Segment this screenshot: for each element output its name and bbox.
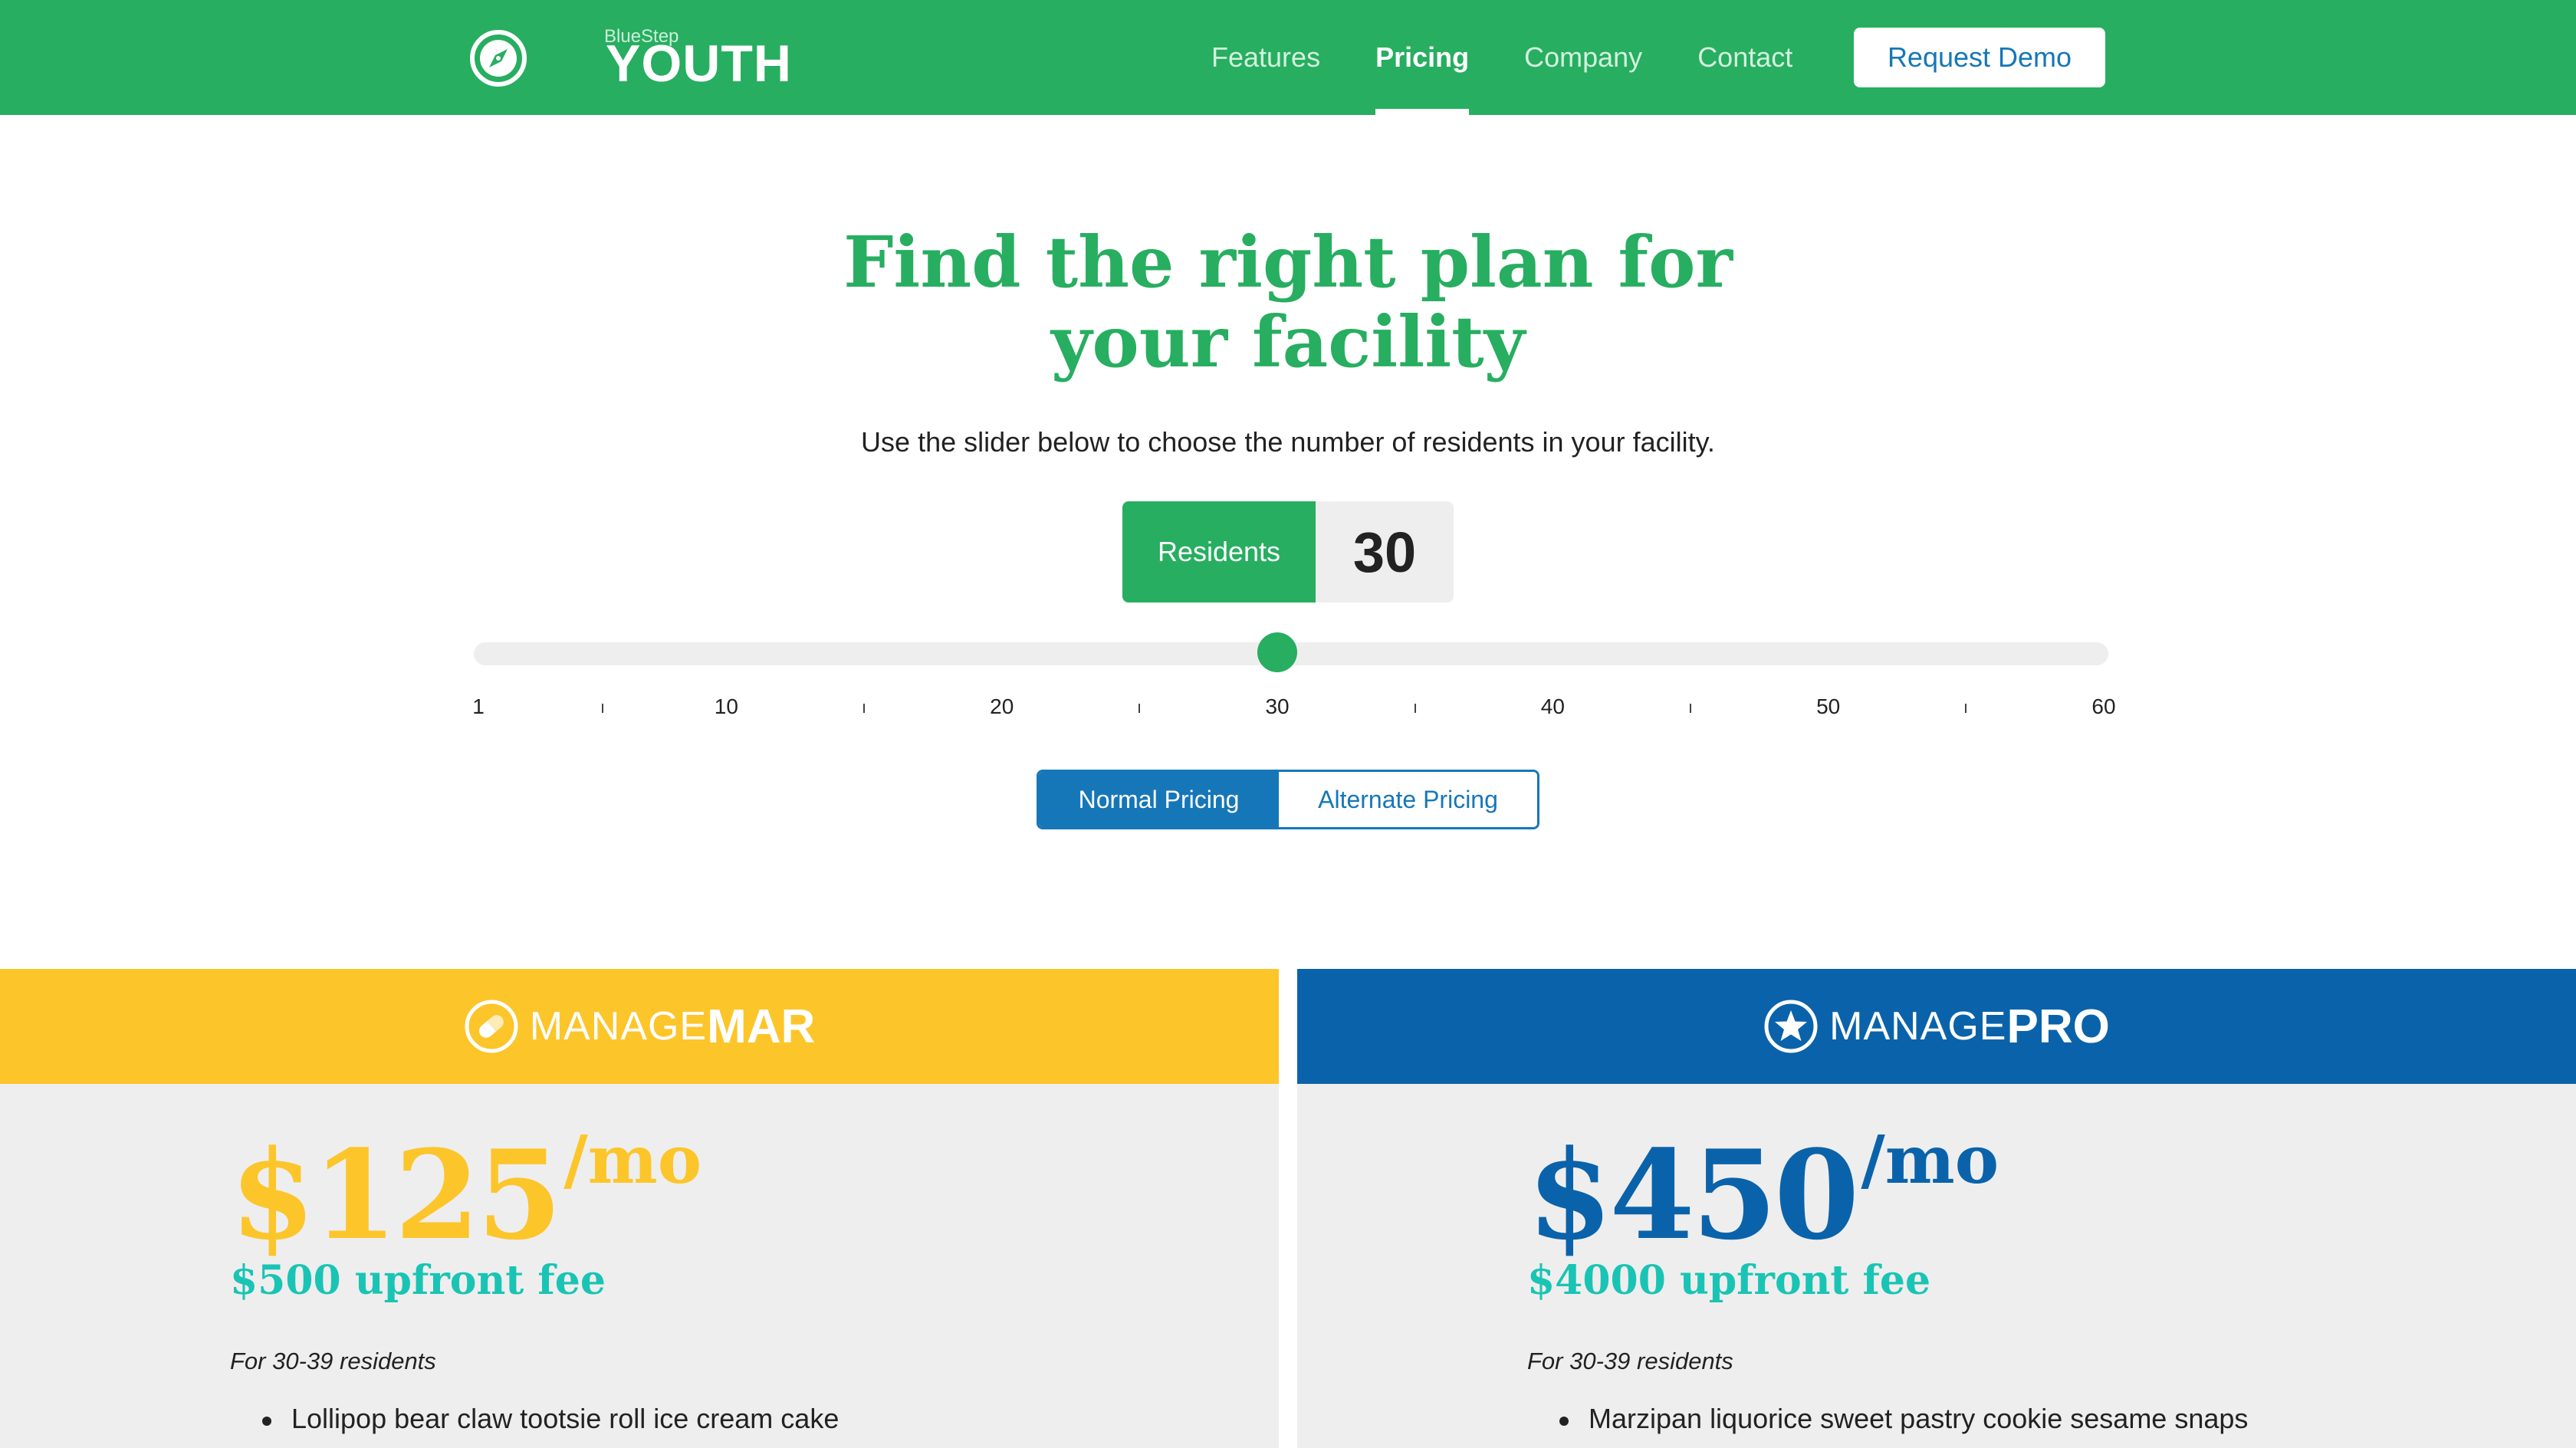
- price-period: /mo: [564, 1121, 702, 1199]
- page-title-line-1: Find the right plan for: [843, 221, 1733, 304]
- plan-name: MAR: [707, 1000, 816, 1053]
- plan-name-prefix: MANAGE: [1829, 1004, 2007, 1049]
- slider-tick-label: 20: [990, 694, 1014, 718]
- slider-scale: 1 10 20 30 40 50 60: [472, 690, 2115, 728]
- residents-slider[interactable]: [474, 632, 2108, 672]
- residents-label: Residents: [1122, 501, 1316, 603]
- nav-link-company[interactable]: Company: [1524, 0, 1642, 115]
- upfront-fee: $4000 upfront fee: [1527, 1257, 1931, 1304]
- slider-tick-label: 50: [1816, 694, 1841, 718]
- nav-links: Features Pricing Company Contact: [1211, 0, 1848, 115]
- page-subtitle: Use the slider below to choose the numbe…: [861, 426, 1715, 458]
- monthly-price: $450: [1527, 1123, 1859, 1267]
- plan-card-managepro: MANAGE PRO $450 /mo $4000 upfront fee For…: [1297, 969, 2576, 1448]
- nav-link-contact[interactable]: Contact: [1697, 0, 1792, 115]
- slider-tick-mark: [1138, 704, 1141, 713]
- price-period: /mo: [1861, 1121, 1999, 1199]
- slider-tick-label: 40: [1540, 694, 1565, 718]
- price: $125 /mo: [230, 1122, 702, 1268]
- page-title-line-2: your facility: [1050, 300, 1526, 383]
- nav-link-features[interactable]: Features: [1211, 0, 1320, 115]
- plan-name-prefix: MANAGE: [529, 1004, 708, 1049]
- page-title: Find the right plan for your facility: [0, 222, 2576, 382]
- resident-range: For 30-39 residents: [230, 1348, 436, 1374]
- slider-tick-mark: [863, 704, 866, 713]
- slider-tick-label: 1: [472, 694, 485, 718]
- residents-count: 30: [1316, 501, 1454, 603]
- slider-tick-label: 60: [2091, 694, 2116, 718]
- slider-tick-mark: [1414, 704, 1416, 713]
- monthly-price: $125: [230, 1123, 562, 1267]
- nav-link-pricing[interactable]: Pricing: [1375, 0, 1470, 115]
- slider-tick-mark: [1690, 704, 1692, 713]
- residents-display: Residents 30: [1122, 501, 1454, 603]
- plan-header: MANAGE MAR: [0, 969, 1279, 1084]
- slider-tick-label: 30: [1265, 694, 1290, 718]
- slider-tick-mark: [601, 704, 603, 713]
- slider-tick-label: 10: [714, 694, 738, 718]
- feature-item: Lollipop bear claw tootsie roll ice crea…: [261, 1403, 840, 1434]
- normal-pricing-button[interactable]: Normal Pricing: [1039, 772, 1279, 827]
- star-icon: [1764, 1000, 1818, 1053]
- plan-name: PRO: [2006, 1000, 2110, 1053]
- upfront-fee: $500 upfront fee: [230, 1257, 606, 1304]
- logo-wordmark: YOUTH: [606, 34, 792, 93]
- top-nav: BlueStep YOUTH Features Pricing Company …: [0, 0, 2576, 115]
- price: $450 /mo: [1527, 1122, 1999, 1268]
- logo[interactable]: BlueStep YOUTH: [469, 26, 791, 93]
- alternate-pricing-button[interactable]: Alternate Pricing: [1279, 772, 1537, 827]
- feature-item: Marzipan liquorice sweet pastry cookie s…: [1559, 1403, 2249, 1434]
- plan-card-managemar: MANAGE MAR $125 /mo $500 upfront fee For …: [0, 969, 1279, 1448]
- compass-icon: [470, 30, 527, 87]
- resident-range: For 30-39 residents: [1527, 1348, 1733, 1374]
- pricing-mode-toggle: Normal Pricing Alternate Pricing: [1037, 770, 1539, 829]
- pill-icon: [465, 1000, 518, 1053]
- slider-handle[interactable]: [1257, 632, 1298, 672]
- slider-tick-mark: [1965, 704, 1967, 713]
- request-demo-button[interactable]: Request Demo: [1854, 28, 2105, 87]
- plan-header: MANAGE PRO: [1297, 969, 2576, 1084]
